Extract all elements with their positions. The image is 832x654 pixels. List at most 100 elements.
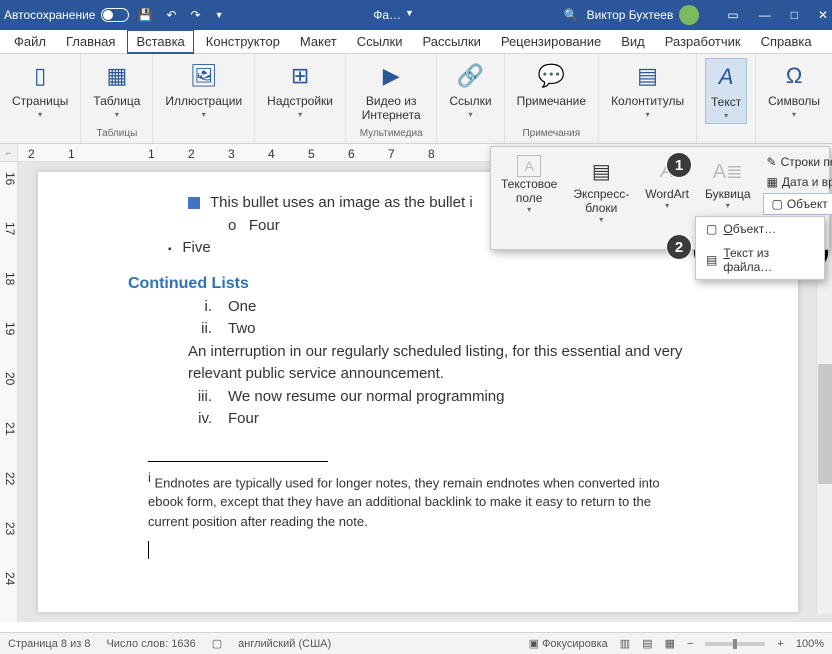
tab-review[interactable]: Рецензирование bbox=[493, 31, 609, 52]
textbox-icon: A bbox=[517, 155, 541, 177]
tab-layout[interactable]: Макет bbox=[292, 31, 345, 52]
text-icon: A bbox=[710, 61, 742, 93]
tab-developer[interactable]: Разработчик bbox=[657, 31, 749, 52]
video-button[interactable]: ▶Видео из Интернета bbox=[354, 58, 428, 125]
datetime-button[interactable]: ▦Дата и время bbox=[763, 173, 832, 191]
separator bbox=[148, 461, 328, 462]
group-illustrations: 🖼Иллюстрации▾ bbox=[153, 54, 255, 143]
links-button[interactable]: 🔗Ссылки▾ bbox=[445, 58, 495, 122]
list-item: ii.Two bbox=[188, 318, 688, 341]
text-cursor bbox=[148, 541, 149, 559]
text-button[interactable]: AТекст▾ bbox=[705, 58, 747, 124]
autosave-toggle[interactable]: Автосохранение bbox=[4, 8, 129, 22]
user-account[interactable]: Виктор Бухтеев bbox=[587, 5, 700, 25]
list-item: iv.Four bbox=[188, 408, 688, 431]
group-text: AТекст▾ bbox=[697, 54, 756, 143]
signature-icon: ✎ bbox=[767, 155, 777, 169]
endnote-text: i Endnotes are typically used for longer… bbox=[148, 468, 688, 532]
callout-2: 2 bbox=[666, 234, 692, 260]
list-item: i.One bbox=[188, 296, 688, 319]
dropcap-button[interactable]: A≣Буквица▾ bbox=[701, 153, 755, 212]
table-button[interactable]: ▦Таблица▾ bbox=[89, 58, 144, 122]
comment-button[interactable]: 💬Примечание bbox=[513, 58, 590, 110]
callout-circle: 2 bbox=[666, 234, 692, 260]
qat-dropdown-icon[interactable]: ▼ bbox=[215, 10, 224, 20]
group-headerfooter: ▤Колонтитулы▾ bbox=[599, 54, 697, 143]
group-links: 🔗Ссылки▾ bbox=[437, 54, 504, 143]
save-icon[interactable]: 💾 bbox=[137, 8, 152, 22]
minimize-icon[interactable]: — bbox=[759, 8, 771, 22]
status-words[interactable]: Число слов: 1636 bbox=[106, 638, 195, 650]
object-dropdown: ▢Объект… ▤Текст из файла… bbox=[695, 216, 825, 280]
tab-references[interactable]: Ссылки bbox=[349, 31, 411, 52]
signature-line-button[interactable]: ✎Строки подписи▾ bbox=[763, 153, 832, 171]
maximize-icon[interactable]: □ bbox=[791, 8, 798, 22]
tab-view[interactable]: Вид bbox=[613, 31, 653, 52]
tab-design[interactable]: Конструктор bbox=[198, 31, 288, 52]
group-comments: 💬Примечание Примечания bbox=[505, 54, 599, 143]
view-print-icon[interactable]: ▤ bbox=[642, 637, 652, 650]
ribbon-options-icon[interactable]: ▭ bbox=[727, 8, 738, 22]
zoom-level[interactable]: 100% bbox=[796, 638, 824, 650]
tab-mailings[interactable]: Рассылки bbox=[414, 31, 488, 52]
undo-icon[interactable]: ↶ bbox=[166, 8, 176, 22]
dropdown-text-from-file[interactable]: ▤Текст из файла… bbox=[696, 241, 824, 279]
tab-insert[interactable]: Вставка bbox=[127, 30, 193, 54]
addins-button[interactable]: ⊞Надстройки▾ bbox=[263, 58, 337, 122]
tab-home[interactable]: Главная bbox=[58, 31, 123, 52]
status-bar: Страница 8 из 8 Число слов: 1636 ▢ англи… bbox=[0, 632, 832, 654]
scrollbar-thumb[interactable] bbox=[818, 364, 832, 484]
zoom-slider[interactable] bbox=[705, 642, 765, 646]
headerfooter-button[interactable]: ▤Колонтитулы▾ bbox=[607, 58, 688, 122]
focus-mode[interactable]: ▣ Фокусировка bbox=[529, 637, 608, 650]
status-page[interactable]: Страница 8 из 8 bbox=[8, 638, 90, 650]
object-button[interactable]: ▢Объект▾ bbox=[763, 193, 832, 215]
ribbon: ▯Страницы▾ ▦Таблица▾ Таблицы 🖼Иллюстраци… bbox=[0, 54, 832, 144]
doc-title: Фа…▼ bbox=[231, 8, 555, 22]
textbox-button[interactable]: AТекстовое поле▾ bbox=[497, 153, 561, 216]
pages-button[interactable]: ▯Страницы▾ bbox=[8, 58, 72, 122]
link-icon: 🔗 bbox=[454, 60, 486, 92]
search-icon[interactable]: 🔍 bbox=[564, 8, 579, 22]
status-language[interactable]: английский (США) bbox=[238, 638, 331, 650]
addin-icon: ⊞ bbox=[284, 60, 316, 92]
comment-icon: 💬 bbox=[535, 60, 567, 92]
quickparts-button[interactable]: ▤Экспресс-блоки▾ bbox=[569, 153, 633, 226]
group-tables: ▦Таблица▾ Таблицы bbox=[81, 54, 153, 143]
header-icon: ▤ bbox=[632, 60, 664, 92]
zoom-in-icon[interactable]: + bbox=[777, 638, 783, 650]
tab-file[interactable]: Файл bbox=[6, 31, 54, 52]
picture-icon: 🖼 bbox=[188, 60, 220, 92]
textfile-icon: ▤ bbox=[706, 253, 717, 267]
paragraph: An interruption in our regularly schedul… bbox=[188, 341, 688, 386]
calendar-icon: ▦ bbox=[767, 175, 778, 189]
symbols-button[interactable]: ΩСимволы▾ bbox=[764, 58, 824, 122]
avatar-icon bbox=[679, 5, 699, 25]
callout-1: 1 bbox=[666, 152, 692, 178]
callout-circle: 1 bbox=[666, 152, 692, 178]
page-icon: ▯ bbox=[24, 60, 56, 92]
list-item: iii.We now resume our normal programming bbox=[188, 386, 688, 409]
close-icon[interactable]: ✕ bbox=[818, 8, 828, 22]
group-media: ▶Видео из Интернета Мультимедиа bbox=[346, 54, 437, 143]
object-icon: ▢ bbox=[772, 197, 783, 211]
dropcap-icon: A≣ bbox=[712, 155, 744, 187]
illustrations-button[interactable]: 🖼Иллюстрации▾ bbox=[161, 58, 246, 122]
zoom-out-icon[interactable]: − bbox=[687, 638, 693, 650]
autosave-label: Автосохранение bbox=[4, 8, 95, 22]
share-button[interactable]: 👤Поделиться bbox=[824, 32, 832, 52]
dropdown-object[interactable]: ▢Объект… bbox=[696, 217, 824, 241]
heading-continued-lists: Continued Lists bbox=[128, 272, 688, 296]
image-bullet-icon bbox=[188, 197, 200, 209]
ruler-vertical[interactable]: 1617 1819 2021 2223 24 bbox=[0, 162, 18, 622]
view-read-icon[interactable]: ▥ bbox=[620, 637, 630, 650]
spellcheck-icon[interactable]: ▢ bbox=[212, 637, 222, 650]
group-symbols: ΩСимволы▾ bbox=[756, 54, 832, 143]
tab-help[interactable]: Справка bbox=[753, 31, 820, 52]
group-addins: ⊞Надстройки▾ bbox=[255, 54, 346, 143]
redo-icon[interactable]: ↷ bbox=[191, 8, 201, 22]
table-icon: ▦ bbox=[101, 60, 133, 92]
toggle-icon[interactable] bbox=[101, 8, 129, 22]
view-web-icon[interactable]: ▦ bbox=[665, 637, 675, 650]
quick-access: 💾 ↶ ↷ ▼ bbox=[137, 8, 223, 22]
